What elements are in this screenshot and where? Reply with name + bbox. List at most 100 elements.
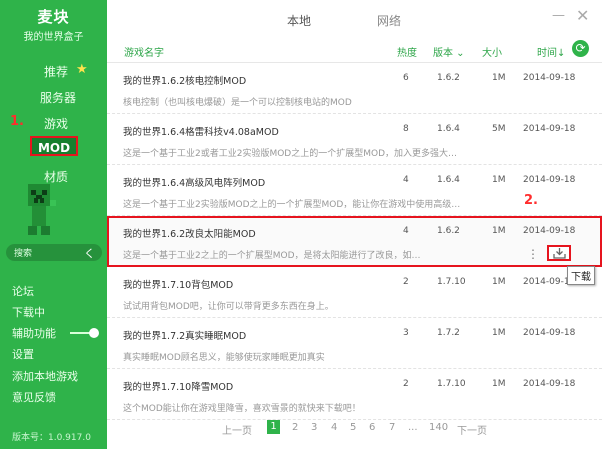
tab-network[interactable]: 网络: [377, 12, 401, 29]
minimize-icon[interactable]: —: [552, 8, 565, 23]
table-row[interactable]: 我的世界1.7.10降雪MOD 2 1.7.10 1M 2014-09-18 这…: [107, 369, 602, 420]
download-tooltip: 下载: [567, 266, 595, 285]
row-desc: 这是一个基于工业2实验版MOD之上的一个扩展型MOD，能让你在游戏中使用高级风电…: [123, 200, 463, 210]
table-row[interactable]: 我的世界1.6.4格雷科技v4.08aMOD 8 1.6.4 5M 2014-0…: [107, 114, 602, 165]
search-input[interactable]: 搜索 く: [6, 244, 102, 261]
row-title[interactable]: 我的世界1.6.4格雷科技v4.08aMOD: [123, 124, 279, 138]
row-size: 1M: [492, 226, 506, 236]
row-title[interactable]: 我的世界1.7.10背包MOD: [123, 277, 233, 291]
table-header: 游戏名字 热度 版本 ⌄ 大小 时间↓ ⟳: [107, 38, 602, 63]
row-title[interactable]: 我的世界1.7.10降雪MOD: [123, 379, 233, 393]
row-hot: 8: [403, 124, 409, 134]
page-5[interactable]: 5: [350, 422, 356, 433]
sidebar-item-material[interactable]: 材质: [44, 168, 68, 185]
pagination: 上一页 1 2 3 4 5 6 7 ... 140 下一页: [107, 420, 602, 440]
row-hot: 2: [403, 379, 409, 389]
row-size: 1M: [492, 175, 506, 185]
row-desc: 这是一个基于工业2之上的一个扩展型MOD，是将太阳能进行了改良，如改良的太阳能.…: [123, 251, 423, 261]
row-size: 5M: [492, 124, 506, 134]
tab-local[interactable]: 本地: [287, 12, 311, 29]
row-title[interactable]: 我的世界1.7.2真实睡眠MOD: [123, 328, 246, 342]
row-size: 1M: [492, 277, 506, 287]
column-version[interactable]: 版本 ⌄: [433, 44, 465, 59]
sidebar: 麦块 我的世界盒子 推荐 ★ 服务器 1. 游戏 MOD 材质 搜索 く 论坛 …: [0, 0, 107, 449]
search-placeholder: 搜索: [14, 249, 33, 259]
more-options-icon[interactable]: ⋮: [527, 247, 539, 261]
page-ellipsis: ...: [408, 422, 418, 433]
table-row[interactable]: 我的世界1.7.10背包MOD 2 1.7.10 1M 2014-09-18 试…: [107, 267, 602, 318]
table-row[interactable]: 我的世界1.6.2核电控制MOD 6 1.6.2 1M 2014-09-18 核…: [107, 63, 602, 114]
sidebar-item-recommend[interactable]: 推荐: [44, 63, 68, 80]
version-label: 版本号：1.0.917.0: [12, 433, 91, 443]
sidebar-link-forum[interactable]: 论坛: [12, 283, 34, 299]
row-hot: 6: [403, 73, 409, 83]
row-desc: 这是一个基于工业2或者工业2实验版MOD之上的一个扩展型MOD，加入更多强大的机…: [123, 149, 463, 159]
table-row[interactable]: 我的世界1.6.4高级风电阵列MOD 4 1.6.4 1M 2014-09-18…: [107, 165, 602, 216]
row-title[interactable]: 我的世界1.6.2核电控制MOD: [123, 73, 246, 87]
refresh-icon[interactable]: ⟳: [572, 40, 589, 57]
row-version: 1.7.2: [437, 328, 460, 338]
row-version: 1.6.2: [437, 226, 460, 236]
column-name: 游戏名字: [124, 48, 164, 59]
page-3[interactable]: 3: [311, 422, 317, 433]
sidebar-link-settings[interactable]: 设置: [12, 346, 34, 362]
row-date: 2014-09-18: [523, 328, 576, 338]
page-2[interactable]: 2: [292, 422, 298, 433]
sidebar-link-feedback[interactable]: 意见反馈: [12, 389, 56, 405]
page-140[interactable]: 140: [429, 422, 448, 433]
row-date: 2014-09-18: [523, 379, 576, 389]
assist-toggle[interactable]: [70, 328, 99, 338]
close-icon[interactable]: ✕: [576, 6, 589, 25]
row-size: 1M: [492, 73, 506, 83]
row-date: 2014-09-18: [523, 175, 576, 185]
sidebar-link-downloading[interactable]: 下载中: [12, 304, 45, 320]
row-hot: 4: [403, 175, 409, 185]
row-version: 1.7.10: [437, 379, 466, 389]
table-row[interactable]: 我的世界1.7.2真实睡眠MOD 3 1.7.2 1M 2014-09-18 真…: [107, 318, 602, 369]
page-6[interactable]: 6: [369, 422, 375, 433]
page-next[interactable]: 下一页: [457, 422, 487, 437]
page-4[interactable]: 4: [331, 422, 337, 433]
download-icon: [553, 248, 566, 259]
row-hot: 4: [403, 226, 409, 236]
row-size: 1M: [492, 379, 506, 389]
row-hot: 2: [403, 277, 409, 287]
table-row-highlighted[interactable]: 我的世界1.6.2改良太阳能MOD 4 1.6.2 1M 2014-09-18 …: [107, 216, 602, 267]
page-7[interactable]: 7: [389, 422, 395, 433]
row-title[interactable]: 我的世界1.6.2改良太阳能MOD: [123, 226, 256, 240]
row-date: 2014-09-18: [523, 73, 576, 83]
mod-list: 我的世界1.6.2核电控制MOD 6 1.6.2 1M 2014-09-18 核…: [107, 63, 602, 420]
page-1-current[interactable]: 1: [267, 420, 280, 434]
row-version: 1.6.2: [437, 73, 460, 83]
app-window: 麦块 我的世界盒子 推荐 ★ 服务器 1. 游戏 MOD 材质 搜索 く 论坛 …: [0, 0, 602, 449]
row-size: 1M: [492, 328, 506, 338]
column-time[interactable]: 时间↓: [537, 44, 565, 59]
row-date: 2014-09-18: [523, 226, 576, 236]
star-icon: ★: [76, 62, 88, 77]
column-size[interactable]: 大小: [482, 44, 502, 59]
search-icon[interactable]: く: [84, 245, 95, 261]
page-prev[interactable]: 上一页: [222, 422, 252, 437]
row-hot: 3: [403, 328, 409, 338]
annotation-step-1: 1.: [10, 114, 24, 129]
row-version: 1.6.4: [437, 124, 460, 134]
brand-subtitle: 我的世界盒子: [23, 32, 84, 43]
creeper-icon: [28, 184, 56, 235]
row-title[interactable]: 我的世界1.6.4高级风电阵列MOD: [123, 175, 265, 189]
row-version: 1.7.10: [437, 277, 466, 287]
row-version: 1.6.4: [437, 175, 460, 185]
brand-title: 麦块: [37, 8, 70, 26]
row-date: 2014-09-18: [523, 124, 576, 134]
sidebar-item-mod[interactable]: MOD: [30, 136, 78, 156]
row-desc: 试试用背包MOD吧，让你可以带背更多东西在身上。: [123, 302, 334, 312]
download-button[interactable]: [547, 245, 571, 261]
brand-logo: 麦块 我的世界盒子: [0, 6, 107, 43]
sidebar-item-game[interactable]: 游戏: [44, 115, 68, 132]
sidebar-link-assist[interactable]: 辅助功能: [12, 325, 56, 341]
annotation-step-2: 2.: [524, 193, 538, 208]
column-hot[interactable]: 热度: [397, 44, 417, 59]
row-desc: 真实睡眠MOD顾名思义，能够使玩家睡眠更加真实: [123, 353, 325, 363]
sidebar-link-add-local-game[interactable]: 添加本地游戏: [12, 368, 78, 384]
top-bar: 本地 网络 — ✕: [107, 0, 602, 36]
sidebar-item-server[interactable]: 服务器: [40, 89, 76, 106]
